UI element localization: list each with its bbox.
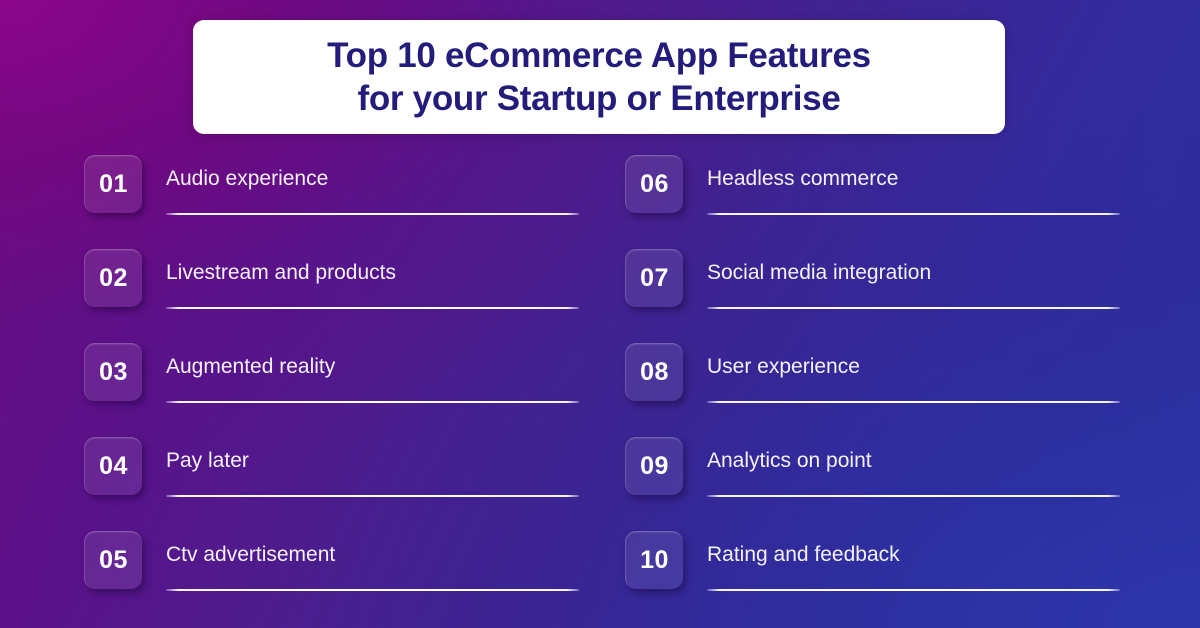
- list-item: 09 Analytics on point: [625, 435, 1200, 529]
- item-body: Livestream and products: [166, 247, 600, 309]
- item-number: 03: [99, 358, 128, 386]
- item-divider: [166, 401, 579, 403]
- item-number: 01: [99, 170, 128, 198]
- item-divider: [707, 495, 1120, 497]
- feature-column-left: 01 Audio experience 02 Livestream and pr…: [0, 153, 600, 623]
- item-label: Analytics on point: [707, 449, 872, 472]
- item-divider: [166, 589, 579, 591]
- item-label: Rating and feedback: [707, 543, 900, 566]
- item-number: 02: [99, 264, 128, 292]
- item-number-badge: 01: [84, 155, 142, 213]
- item-number-badge: 06: [625, 155, 683, 213]
- item-body: Rating and feedback: [707, 529, 1200, 591]
- item-number-badge: 09: [625, 437, 683, 495]
- list-item: 04 Pay later: [84, 435, 600, 529]
- item-divider: [707, 589, 1120, 591]
- item-body: Augmented reality: [166, 341, 600, 403]
- item-number-badge: 10: [625, 531, 683, 589]
- item-number: 09: [640, 452, 669, 480]
- list-item: 06 Headless commerce: [625, 153, 1200, 247]
- feature-list: 01 Audio experience 02 Livestream and pr…: [0, 153, 1200, 623]
- item-body: Social media integration: [707, 247, 1200, 309]
- item-body: Pay later: [166, 435, 600, 497]
- list-item: 10 Rating and feedback: [625, 529, 1200, 623]
- item-divider: [166, 495, 579, 497]
- item-number: 10: [640, 546, 669, 574]
- item-number: 06: [640, 170, 669, 198]
- item-label: Livestream and products: [166, 261, 396, 284]
- item-divider: [166, 307, 579, 309]
- item-number-badge: 07: [625, 249, 683, 307]
- item-number-badge: 04: [84, 437, 142, 495]
- item-divider: [707, 401, 1120, 403]
- item-divider: [707, 213, 1120, 215]
- item-number: 04: [99, 452, 128, 480]
- item-label: Headless commerce: [707, 167, 899, 190]
- title-card: Top 10 eCommerce App Features for your S…: [193, 20, 1005, 134]
- item-body: Headless commerce: [707, 153, 1200, 215]
- item-label: Augmented reality: [166, 355, 336, 378]
- infographic-canvas: Top 10 eCommerce App Features for your S…: [0, 0, 1200, 628]
- list-item: 02 Livestream and products: [84, 247, 600, 341]
- list-item: 07 Social media integration: [625, 247, 1200, 341]
- item-label: Pay later: [166, 449, 249, 472]
- list-item: 08 User experience: [625, 341, 1200, 435]
- item-number: 07: [640, 264, 669, 292]
- item-divider: [166, 213, 579, 215]
- list-item: 01 Audio experience: [84, 153, 600, 247]
- item-label: User experience: [707, 355, 860, 378]
- list-item: 03 Augmented reality: [84, 341, 600, 435]
- item-label: Ctv advertisement: [166, 543, 336, 566]
- item-body: Analytics on point: [707, 435, 1200, 497]
- list-item: 05 Ctv advertisement: [84, 529, 600, 623]
- item-number-badge: 05: [84, 531, 142, 589]
- item-body: Audio experience: [166, 153, 600, 215]
- item-label: Audio experience: [166, 167, 329, 190]
- page-title-line-2: for your Startup or Enterprise: [357, 79, 841, 118]
- item-number-badge: 02: [84, 249, 142, 307]
- page-title-line-1: Top 10 eCommerce App Features: [327, 36, 871, 75]
- item-number-badge: 08: [625, 343, 683, 401]
- item-number-badge: 03: [84, 343, 142, 401]
- item-label: Social media integration: [707, 261, 932, 284]
- item-body: Ctv advertisement: [166, 529, 600, 591]
- item-number: 05: [99, 546, 128, 574]
- item-divider: [707, 307, 1120, 309]
- item-body: User experience: [707, 341, 1200, 403]
- item-number: 08: [640, 358, 669, 386]
